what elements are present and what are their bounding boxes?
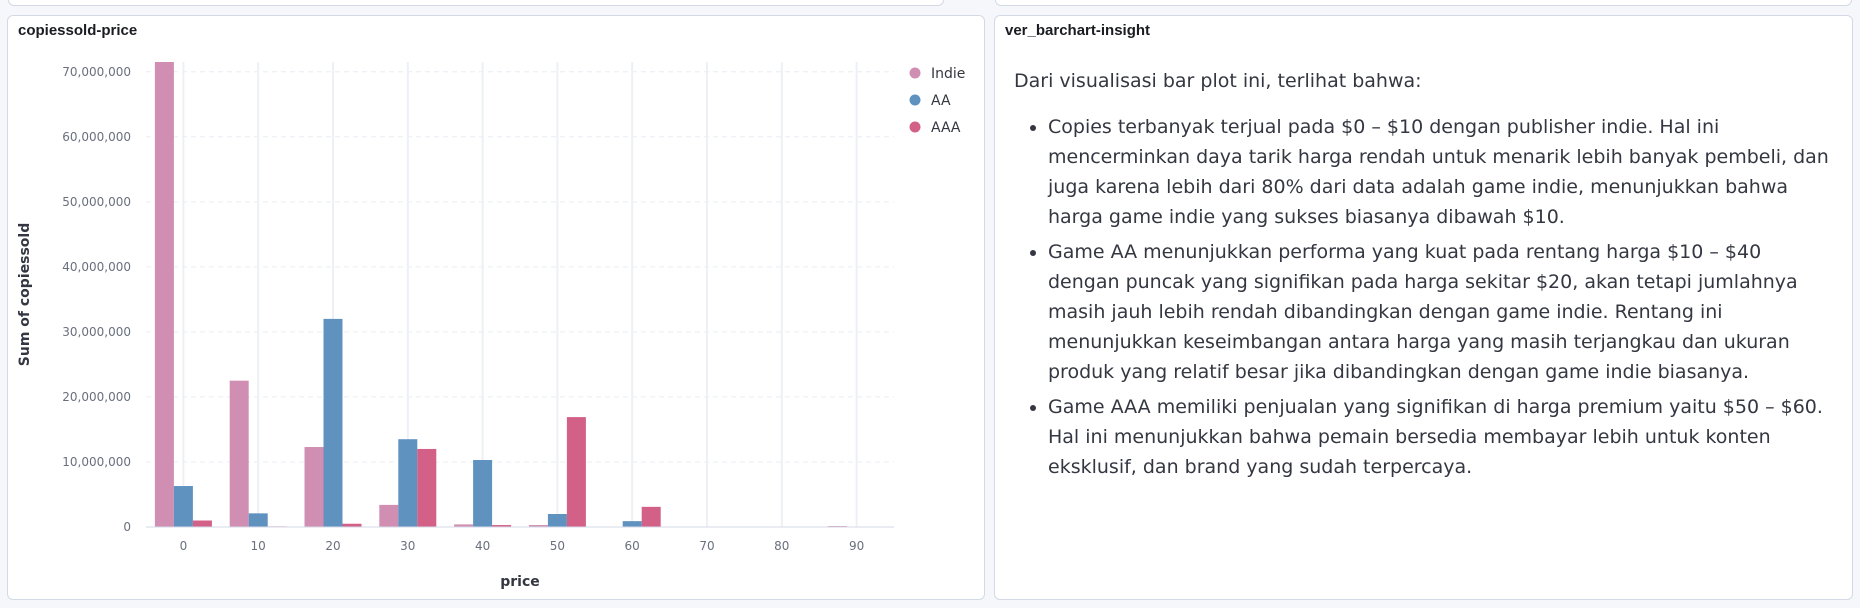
y-tick-label: 60,000,000 bbox=[62, 130, 131, 144]
panel-above-right bbox=[995, 0, 1852, 6]
x-axis-title: price bbox=[500, 574, 540, 590]
bar-aaa bbox=[641, 506, 661, 527]
legend-label: AA bbox=[931, 93, 951, 109]
x-tick-label: 0 bbox=[180, 539, 188, 553]
bar-aa bbox=[173, 486, 193, 527]
y-tick-label: 30,000,000 bbox=[62, 325, 131, 339]
bar-aa bbox=[547, 513, 567, 527]
bar-indie bbox=[154, 62, 174, 527]
x-tick-label: 80 bbox=[774, 539, 789, 553]
insight-bullet: Game AA menunjukkan performa yang kuat p… bbox=[1048, 237, 1832, 387]
x-tick-label: 90 bbox=[849, 539, 864, 553]
bar-aa bbox=[622, 521, 642, 527]
bar-aaa bbox=[566, 417, 586, 527]
bar-aa bbox=[248, 513, 268, 527]
x-tick-label: 20 bbox=[325, 539, 340, 553]
insight-bullet: Copies terbanyak terjual pada $0 – $10 d… bbox=[1048, 112, 1832, 232]
insight-bullet: Game AAA memiliki penjualan yang signifi… bbox=[1048, 392, 1832, 482]
y-tick-label: 40,000,000 bbox=[62, 260, 131, 274]
y-tick-label: 20,000,000 bbox=[62, 390, 131, 404]
legend-dot-indie bbox=[909, 67, 921, 79]
legend-dot-aa bbox=[909, 94, 921, 106]
bar-aaa bbox=[417, 448, 437, 527]
panel-title: ver_barchart-insight bbox=[1005, 22, 1151, 39]
x-tick-label: 40 bbox=[475, 539, 490, 553]
chart-panel: copiessold-price 0 10,000,000 20,000,000 30… bbox=[7, 15, 985, 600]
y-tick-label: 50,000,000 bbox=[62, 195, 131, 209]
insight-list: Copies terbanyak terjual pada $0 – $10 d… bbox=[1014, 112, 1832, 482]
bar-aaa bbox=[192, 520, 212, 527]
y-tick-label: 0 bbox=[123, 520, 131, 534]
bar-indie bbox=[379, 504, 399, 527]
bar-aa bbox=[323, 318, 343, 527]
x-tick-label: 50 bbox=[550, 539, 565, 553]
bar-indie bbox=[229, 380, 249, 527]
legend-dot-aaa bbox=[909, 121, 921, 133]
insight-markdown: Dari visualisasi bar plot ini, terlihat … bbox=[1014, 66, 1832, 487]
bar-chart: 0 10,000,000 20,000,000 30,000,000 40,000,00… bbox=[17, 62, 965, 590]
legend-label: Indie bbox=[931, 66, 965, 82]
y-tick-label: 70,000,000 bbox=[62, 65, 131, 79]
bar-aa bbox=[398, 439, 418, 527]
bar-aa bbox=[473, 460, 493, 527]
insight-panel: ver_barchart-insight Dari visualisasi ba… bbox=[994, 15, 1853, 600]
y-tick-label: 10,000,000 bbox=[62, 455, 131, 469]
x-tick-label: 70 bbox=[699, 539, 714, 553]
x-tick-label: 60 bbox=[625, 539, 640, 553]
x-tick-label: 10 bbox=[251, 539, 266, 553]
insight-intro: Dari visualisasi bar plot ini, terlihat … bbox=[1014, 70, 1422, 92]
legend-label: AAA bbox=[931, 120, 961, 136]
panel-above-left bbox=[8, 0, 944, 6]
x-tick-label: 30 bbox=[400, 539, 415, 553]
bar-indie bbox=[304, 447, 324, 527]
y-axis-title: Sum of copiessold bbox=[17, 223, 33, 366]
